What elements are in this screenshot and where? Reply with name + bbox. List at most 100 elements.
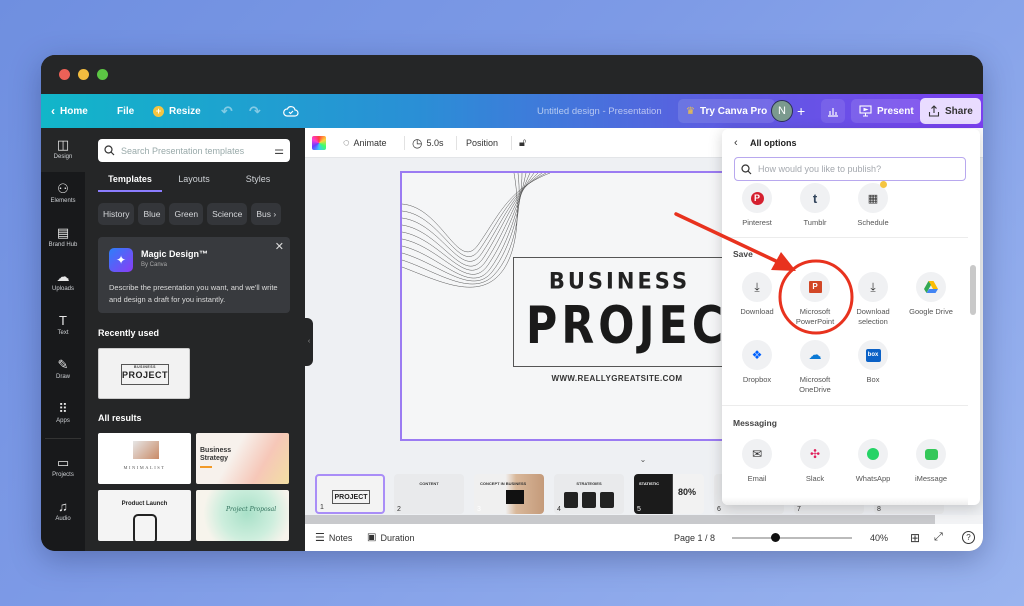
slide-canvas[interactable]: BUSINESS PROJECT WWW.REALLYGREATSITE.COM (400, 171, 730, 441)
tab-templates[interactable]: Templates (98, 168, 162, 192)
chip-blue[interactable]: Blue (138, 203, 166, 225)
scroll-thumb[interactable] (970, 265, 976, 315)
template-result[interactable]: MINIMALIST (98, 433, 191, 484)
share-label: Share (945, 105, 973, 117)
option-whatsapp[interactable]: WhatsApp (844, 439, 902, 484)
share-button[interactable]: Share (920, 98, 981, 124)
page-thumb-4[interactable]: STRATEGIES 4 (554, 474, 624, 514)
email-icon: ✉ (742, 439, 772, 469)
chevron-right-icon[interactable]: › (271, 209, 276, 219)
option-imessage[interactable]: iMessage (902, 439, 960, 484)
option-pinterest[interactable]: P Pinterest (728, 183, 786, 228)
nav-label: Draw (55, 374, 70, 380)
home-button[interactable]: ‹ Home (51, 94, 88, 128)
slide-title[interactable]: PROJECT (526, 298, 728, 354)
option-powerpoint[interactable]: P Microsoft PowerPoint (786, 272, 844, 327)
template-result[interactable]: Project Proposal (196, 490, 289, 541)
filter-icon[interactable]: ⚌ (274, 144, 284, 157)
duration-toggle-button[interactable]: ▣ Duration (367, 524, 414, 551)
nav-brand-hub[interactable]: ▤ Brand Hub (41, 226, 85, 249)
chip-green[interactable]: Green (169, 203, 204, 225)
option-download[interactable]: ⤓ Download (728, 272, 786, 317)
template-search-input[interactable]: Search Presentation templates ⚌ (98, 139, 290, 162)
nav-uploads[interactable]: ☁ Uploads (41, 270, 85, 293)
page-number: 8 (877, 506, 881, 513)
option-schedule[interactable]: ▦ Schedule (844, 181, 902, 228)
tab-layouts[interactable]: Layouts (162, 168, 226, 192)
resize-button[interactable]: + Resize (153, 94, 201, 128)
redo-button[interactable]: ↷ (249, 94, 261, 128)
undo-button[interactable]: ↶ (221, 94, 233, 128)
dropbox-icon: ❖ (742, 340, 772, 370)
slide-url[interactable]: WWW.REALLYGREATSITE.COM (512, 374, 722, 383)
page-thumb-3[interactable]: CONCEPT IN BUSINESS 3 (474, 474, 544, 514)
option-download-selection[interactable]: ⤓ Download selection (844, 272, 902, 327)
slide-subtitle[interactable]: BUSINESS (517, 268, 722, 293)
minimize-window-button[interactable] (78, 69, 89, 80)
nav-elements[interactable]: ⚇ Elements (41, 181, 85, 205)
color-picker-button[interactable] (312, 128, 326, 158)
document-title[interactable]: Untitled design - Presentation (537, 94, 662, 128)
duration-button[interactable]: ◷ 5.0s (412, 128, 444, 158)
recent-template-thumb[interactable]: BUSINESS PROJECT (98, 348, 190, 399)
option-google-drive[interactable]: Google Drive (902, 272, 960, 317)
try-canva-pro-button[interactable]: ♛ Try Canva Pro (678, 99, 776, 123)
template-result[interactable]: Product Launch (98, 490, 191, 541)
chip-science[interactable]: Science (207, 203, 248, 225)
file-menu-button[interactable]: File (117, 94, 134, 128)
nav-draw[interactable]: ✎ Draw (41, 358, 85, 381)
fullscreen-button[interactable]: ⤢ (934, 524, 943, 551)
nav-text[interactable]: T Text (41, 314, 85, 337)
clock-icon: ◷ (412, 136, 423, 150)
template-result[interactable]: Business Strategy (196, 433, 289, 484)
page-indicator[interactable]: Page 1 / 8 (674, 524, 715, 551)
notes-button[interactable]: ☰ Notes (315, 524, 352, 551)
lock-button[interactable]: 🔓︎ (519, 128, 526, 158)
maximize-window-button[interactable] (97, 69, 108, 80)
present-button[interactable]: Present (851, 99, 922, 123)
page-thumb-1[interactable]: PROJECT 1 (315, 474, 385, 514)
horizontal-scrollbar[interactable] (305, 515, 935, 524)
chip-business[interactable]: Bus › (251, 203, 282, 225)
animate-button[interactable]: ◌ Animate (343, 128, 387, 158)
zoom-level[interactable]: 40% (870, 524, 888, 551)
magic-design-card[interactable]: ✦ Magic Design™ By Canva ✕ Describe the … (98, 237, 290, 313)
template-photo (133, 441, 159, 459)
grid-view-button[interactable]: ⊞ (910, 524, 920, 551)
position-button[interactable]: Position (466, 128, 498, 158)
option-email[interactable]: ✉ Email (728, 439, 786, 484)
option-dropbox[interactable]: ❖ Dropbox (728, 340, 786, 385)
avatar[interactable]: N (771, 100, 793, 122)
close-window-button[interactable] (59, 69, 70, 80)
nav-apps[interactable]: ⠿ Apps (41, 402, 85, 425)
collapse-pages-toggle[interactable]: ⌄ (623, 454, 663, 466)
chip-history[interactable]: History (98, 203, 135, 225)
page-thumb-2[interactable]: CONTENT 2 (394, 474, 464, 514)
box-icon: box (858, 340, 888, 370)
help-button[interactable]: ? (962, 524, 975, 551)
nav-projects[interactable]: ▭ Projects (41, 456, 85, 479)
shapes-icon: ⚇ (57, 181, 69, 196)
panel-tabs: Templates Layouts Styles (98, 168, 290, 192)
search-icon (741, 163, 752, 174)
collapse-panel-handle[interactable]: ‹ (305, 318, 313, 366)
nav-design[interactable]: ◫ Design (41, 128, 85, 172)
option-tumblr[interactable]: t Tumblr (786, 183, 844, 228)
bottom-bar: ☰ Notes ▣ Duration Page 1 / 8 40% ⊞ ⤢ ? (305, 524, 983, 551)
close-icon[interactable]: ✕ (275, 240, 284, 253)
back-button[interactable]: ‹ (734, 137, 738, 149)
option-onedrive[interactable]: ☁ Microsoft OneDrive (786, 340, 844, 395)
save-status-button[interactable] (283, 94, 299, 128)
nav-audio[interactable]: ♫ Audio (41, 500, 85, 523)
zoom-slider-track[interactable] (732, 537, 852, 539)
insights-button[interactable] (821, 99, 845, 123)
zoom-slider-handle[interactable] (771, 533, 780, 542)
option-box[interactable]: box Box (844, 340, 902, 385)
page-graphic (506, 490, 524, 504)
share-panel-scrollbar[interactable] (970, 185, 976, 499)
page-thumb-5[interactable]: STATISTIC 80% 5 (634, 474, 704, 514)
publish-search-input[interactable]: How would you like to publish? (734, 157, 966, 181)
tab-styles[interactable]: Styles (226, 168, 290, 192)
invite-button[interactable]: + (797, 94, 805, 128)
option-slack[interactable]: ✣ Slack (786, 439, 844, 484)
